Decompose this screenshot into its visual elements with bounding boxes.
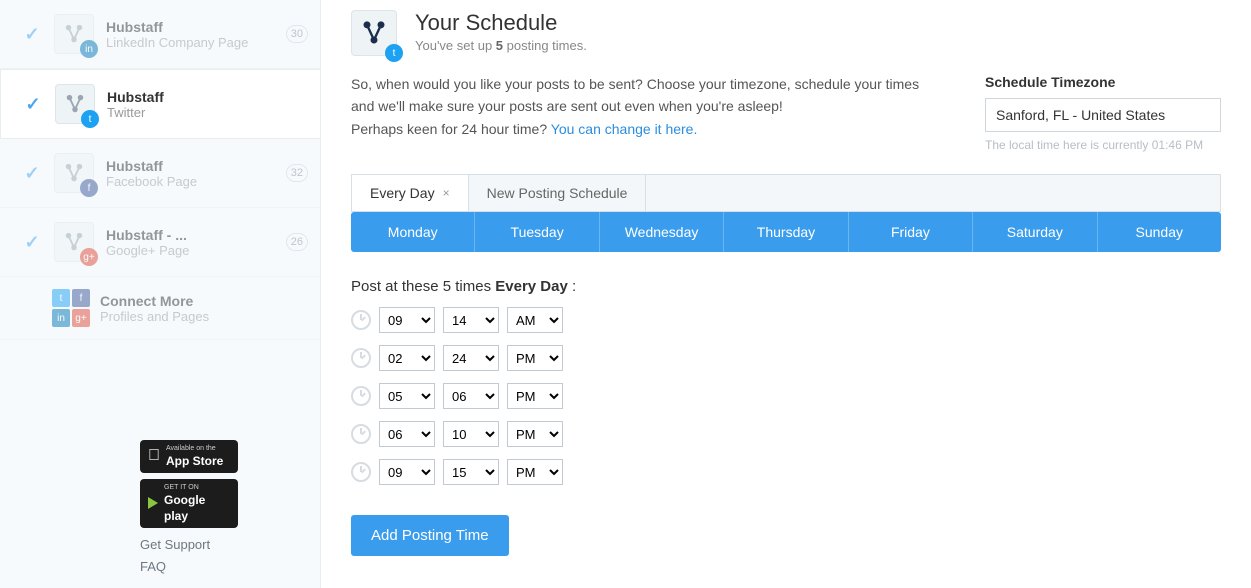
connect-icons: tfing+ — [52, 289, 90, 327]
ampm-select[interactable]: PM — [507, 421, 563, 447]
time-row: 06 10 PM — [351, 421, 1221, 447]
tw-icon: t — [81, 110, 99, 128]
day-friday[interactable]: Friday — [849, 212, 973, 252]
minute-select[interactable]: 15 — [443, 459, 499, 485]
hour-select[interactable]: 06 — [379, 421, 435, 447]
add-posting-time-button[interactable]: Add Posting Time — [351, 515, 509, 556]
hour-select[interactable]: 09 — [379, 459, 435, 485]
time-row: 09 15 PM — [351, 459, 1221, 485]
ampm-select[interactable]: AM — [507, 307, 563, 333]
time-rows: 09 14 AM 02 24 PM 05 06 PM 06 10 PM 09 15 PM — [351, 307, 1221, 485]
sidebar-item-li[interactable]: ✓ in HubstaffLinkedIn Company Page 30 — [0, 0, 320, 69]
clock-icon — [351, 310, 371, 330]
sidebar-footer:  Available on the App Store GET IT ON G… — [0, 430, 320, 588]
check-icon: ✓ — [24, 24, 39, 45]
account-avatar: f — [52, 151, 96, 195]
active-account-avatar: t — [351, 10, 401, 60]
sidebar-item-fb[interactable]: ✓ f HubstaffFacebook Page 32 — [0, 139, 320, 208]
timezone-note: The local time here is currently 01:46 P… — [985, 138, 1221, 152]
account-subtitle: Google+ Page — [106, 243, 280, 258]
day-saturday[interactable]: Saturday — [973, 212, 1097, 252]
page-title: Your Schedule — [415, 10, 587, 36]
hour-select[interactable]: 02 — [379, 345, 435, 371]
get-support-link[interactable]: Get Support — [140, 534, 320, 556]
account-avatar: t — [53, 82, 97, 126]
linkedin-icon: in — [52, 309, 70, 327]
day-sunday[interactable]: Sunday — [1098, 212, 1221, 252]
clock-icon — [351, 462, 371, 482]
tab-new-schedule[interactable]: New Posting Schedule — [469, 175, 647, 211]
day-tuesday[interactable]: Tuesday — [475, 212, 599, 252]
connect-sub: Profiles and Pages — [100, 309, 308, 324]
days-bar: MondayTuesdayWednesdayThursdayFridaySatu… — [351, 212, 1221, 252]
timezone-label: Schedule Timezone — [985, 74, 1221, 90]
account-name: Hubstaff — [106, 158, 280, 174]
sidebar-item-gp[interactable]: ✓ g+ Hubstaff - ...Google+ Page 26 — [0, 208, 320, 277]
account-subtitle: Twitter — [107, 105, 308, 120]
minute-select[interactable]: 24 — [443, 345, 499, 371]
close-icon[interactable]: × — [443, 186, 450, 200]
minute-select[interactable]: 06 — [443, 383, 499, 409]
app-store-small: Available on the — [166, 445, 223, 452]
tab-every-day[interactable]: Every Day × — [352, 175, 469, 211]
fb-icon: f — [80, 179, 98, 197]
clock-icon — [351, 424, 371, 444]
app-store-badge[interactable]:  Available on the App Store — [140, 440, 238, 473]
day-wednesday[interactable]: Wednesday — [600, 212, 724, 252]
accounts-list: ✓inHubstaffLinkedIn Company Page30✓tHubs… — [0, 0, 320, 430]
day-monday[interactable]: Monday — [351, 212, 475, 252]
gp-icon: g+ — [80, 248, 98, 266]
page-subtitle: You've set up 5 posting times. — [415, 38, 587, 53]
check-icon: ✓ — [24, 232, 39, 253]
ampm-select[interactable]: PM — [507, 459, 563, 485]
account-avatar: g+ — [52, 220, 96, 264]
play-icon — [148, 497, 158, 509]
twitter-icon: t — [52, 289, 70, 307]
googleplus-icon: g+ — [72, 309, 90, 327]
account-count-badge: 26 — [286, 233, 308, 251]
account-subtitle: Facebook Page — [106, 174, 280, 189]
time-row: 05 06 PM — [351, 383, 1221, 409]
hour-select[interactable]: 09 — [379, 307, 435, 333]
apple-icon:  — [148, 447, 160, 465]
google-play-big: Google play — [164, 493, 205, 523]
google-play-badge[interactable]: GET IT ON Google play — [140, 479, 238, 528]
twitter-icon: t — [385, 44, 403, 62]
clock-icon — [351, 348, 371, 368]
change-time-format-link[interactable]: You can change it here. — [551, 121, 698, 137]
account-count-badge: 32 — [286, 164, 308, 182]
connect-name: Connect More — [100, 293, 308, 309]
sidebar: ✓inHubstaffLinkedIn Company Page30✓tHubs… — [0, 0, 320, 588]
account-avatar: in — [52, 12, 96, 56]
time-row: 09 14 AM — [351, 307, 1221, 333]
day-thursday[interactable]: Thursday — [724, 212, 848, 252]
sidebar-item-connect-more[interactable]: tfing+ Connect MoreProfiles and Pages — [0, 277, 320, 340]
sidebar-item-tw[interactable]: ✓ t HubstaffTwitter — [0, 69, 320, 139]
google-play-small: GET IT ON — [164, 484, 230, 491]
facebook-icon: f — [72, 289, 90, 307]
faq-link[interactable]: FAQ — [140, 556, 320, 578]
app-store-big: App Store — [166, 454, 223, 468]
ampm-select[interactable]: PM — [507, 345, 563, 371]
hour-select[interactable]: 05 — [379, 383, 435, 409]
account-name: Hubstaff - ... — [106, 227, 280, 243]
check-icon: ✓ — [24, 163, 39, 184]
account-name: Hubstaff — [107, 89, 308, 105]
timezone-input[interactable] — [985, 98, 1221, 132]
time-row: 02 24 PM — [351, 345, 1221, 371]
li-icon: in — [80, 40, 98, 58]
post-times-label: Post at these 5 times Every Day : — [351, 278, 1221, 295]
check-icon: ✓ — [25, 94, 40, 115]
schedule-tabs: Every Day × New Posting Schedule — [351, 174, 1221, 212]
account-name: Hubstaff — [106, 19, 280, 35]
clock-icon — [351, 386, 371, 406]
account-subtitle: LinkedIn Company Page — [106, 35, 280, 50]
main-content: t Your Schedule You've set up 5 posting … — [320, 0, 1251, 588]
ampm-select[interactable]: PM — [507, 383, 563, 409]
intro-text: So, when would you like your posts to be… — [351, 74, 945, 141]
account-count-badge: 30 — [286, 25, 308, 43]
minute-select[interactable]: 10 — [443, 421, 499, 447]
minute-select[interactable]: 14 — [443, 307, 499, 333]
